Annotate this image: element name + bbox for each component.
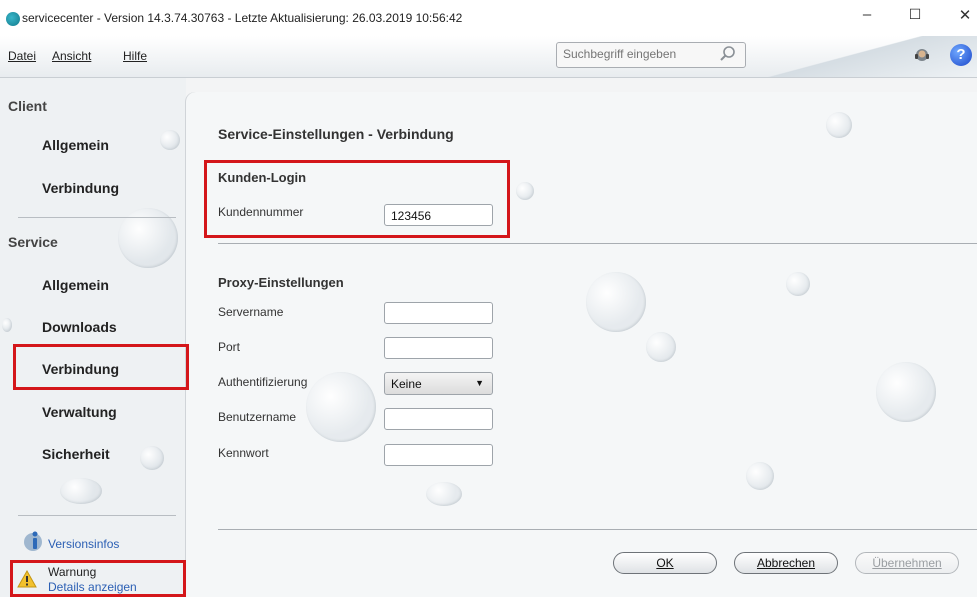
page-title: Service-Einstellungen - Verbindung bbox=[218, 126, 454, 142]
ok-button[interactable]: OK bbox=[613, 552, 717, 574]
server-name-label: Servername bbox=[218, 305, 284, 319]
sidebar-item-service-downloads[interactable]: Downloads bbox=[42, 319, 117, 335]
search-input[interactable] bbox=[557, 43, 703, 65]
sidebar-divider bbox=[18, 515, 176, 516]
dropdown-arrow-icon: ▼ bbox=[475, 378, 484, 388]
title-bar: servicecenter - Version 14.3.74.30763 - … bbox=[0, 0, 977, 36]
proxy-settings-title: Proxy-Einstellungen bbox=[218, 275, 344, 290]
apply-button[interactable]: Übernehmen bbox=[855, 552, 959, 574]
menu-bar: Datei Ansicht Hilfe ? bbox=[0, 36, 977, 78]
decorative-drop bbox=[746, 462, 774, 490]
password-field[interactable] bbox=[384, 444, 493, 466]
authentication-label: Authentifizierung bbox=[218, 375, 308, 389]
sidebar-item-client-verbindung[interactable]: Verbindung bbox=[42, 180, 119, 196]
highlight-sidebar-verbindung bbox=[13, 344, 189, 390]
server-name-field[interactable] bbox=[384, 302, 493, 324]
decorative-drop bbox=[140, 446, 164, 470]
authentication-select[interactable]: Keine ▼ bbox=[384, 372, 493, 395]
menubar-decoration bbox=[748, 36, 977, 77]
sidebar-divider bbox=[18, 217, 176, 218]
support-headset-icon[interactable] bbox=[912, 46, 932, 71]
sidebar-item-service-sicherheit[interactable]: Sicherheit bbox=[42, 446, 110, 462]
close-button[interactable]: ✕ bbox=[950, 6, 977, 24]
maximize-button[interactable]: ☐ bbox=[900, 6, 930, 23]
menu-hilfe[interactable]: Hilfe bbox=[123, 49, 147, 63]
decorative-drop bbox=[786, 272, 810, 296]
menu-datei[interactable]: Datei bbox=[8, 49, 36, 63]
search-icon[interactable] bbox=[719, 45, 737, 68]
highlight-warning bbox=[10, 560, 186, 597]
footer-divider bbox=[218, 529, 977, 530]
highlight-customer-login bbox=[204, 160, 510, 238]
decorative-drop bbox=[60, 478, 102, 504]
sidebar-item-service-allgemein[interactable]: Allgemein bbox=[42, 277, 109, 293]
sidebar-item-client-allgemein[interactable]: Allgemein bbox=[42, 137, 109, 153]
decorative-drop bbox=[646, 332, 676, 362]
cancel-button[interactable]: Abbrechen bbox=[734, 552, 838, 574]
username-label: Benutzername bbox=[218, 410, 297, 424]
sidebar bbox=[0, 78, 186, 597]
decorative-drop bbox=[2, 318, 12, 332]
section-header-client: Client bbox=[8, 98, 47, 114]
section-header-service: Service bbox=[8, 234, 58, 250]
password-label: Kennwort bbox=[218, 446, 269, 460]
port-field[interactable] bbox=[384, 337, 493, 359]
sidebar-item-service-verwaltung[interactable]: Verwaltung bbox=[42, 404, 117, 420]
minimize-button[interactable]: – bbox=[852, 6, 882, 23]
search-box[interactable] bbox=[556, 42, 746, 68]
app-icon bbox=[6, 12, 20, 26]
decorative-drop bbox=[306, 372, 376, 442]
authentication-value: Keine bbox=[391, 377, 422, 391]
section-divider bbox=[218, 243, 977, 244]
username-field[interactable] bbox=[384, 408, 493, 430]
decorative-drop bbox=[826, 112, 852, 138]
port-label: Port bbox=[218, 340, 241, 354]
menu-ansicht[interactable]: Ansicht bbox=[52, 49, 91, 63]
decorative-drop bbox=[586, 272, 646, 332]
decorative-drop bbox=[516, 182, 534, 200]
window-title: servicecenter - Version 14.3.74.30763 - … bbox=[22, 11, 463, 25]
decorative-drop bbox=[876, 362, 936, 422]
decorative-drop bbox=[426, 482, 462, 506]
decorative-drop bbox=[160, 130, 180, 150]
info-icon bbox=[22, 529, 44, 558]
help-icon[interactable]: ? bbox=[950, 44, 972, 66]
versions-info-link[interactable]: Versionsinfos bbox=[48, 537, 119, 551]
